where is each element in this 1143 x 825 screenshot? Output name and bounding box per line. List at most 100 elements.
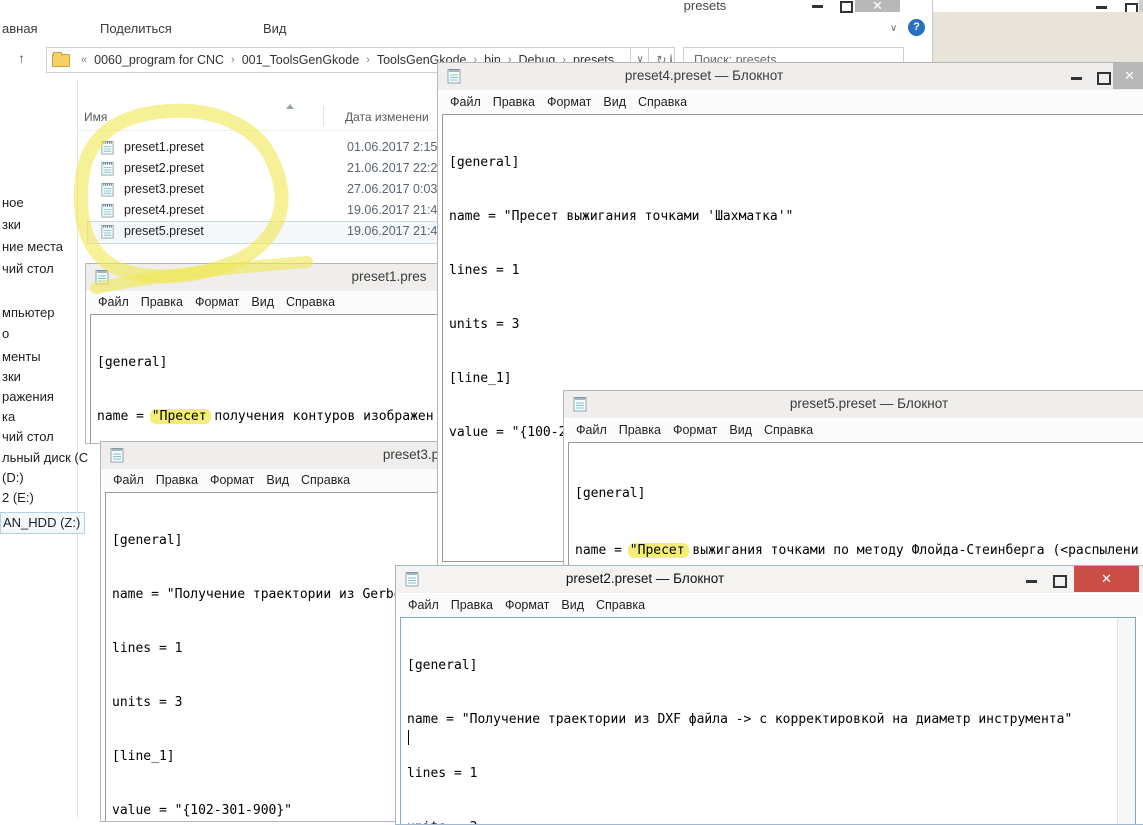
file-name: preset5.preset <box>124 224 204 238</box>
menu-view[interactable]: Вид <box>260 473 295 487</box>
sidebar-item-downloads[interactable]: зки <box>2 217 21 232</box>
minimize-icon[interactable] <box>812 5 823 8</box>
sidebar-item-videos[interactable]: о <box>2 326 9 341</box>
help-icon[interactable]: ? <box>908 19 925 36</box>
menu-edit[interactable]: Правка <box>150 473 204 487</box>
text-cursor <box>408 730 409 745</box>
notepad-window-preset1: preset1.pres Файл Правка Формат Вид Спра… <box>85 263 440 444</box>
sidebar-item-favorites[interactable]: ное <box>2 195 24 210</box>
close-button-sliver[interactable] <box>1139 0 1143 12</box>
window-title: preset4.preset — Блокнот <box>624 68 784 83</box>
titlebar[interactable]: preset1.pres <box>86 264 439 291</box>
minimize-icon[interactable] <box>1096 6 1107 9</box>
titlebar[interactable]: preset5.preset — Блокнот <box>564 391 1143 418</box>
close-icon[interactable]: ✕ <box>855 0 900 13</box>
menu-view[interactable]: Вид <box>723 423 758 437</box>
sidebar-item-drive-e[interactable]: 2 (E:) <box>2 490 34 505</box>
text-line: units = 3 <box>112 695 183 710</box>
explorer-titlebar[interactable]: presets ✕ <box>0 0 932 14</box>
sidebar-item-documents[interactable]: менты <box>2 349 41 364</box>
text-editor[interactable]: [general] name = "Получение траектории и… <box>105 492 439 821</box>
menu-help[interactable]: Справка <box>590 598 651 612</box>
menu-bar: Файл Правка Формат Вид Справка <box>88 291 437 313</box>
text-line: lines = 1 <box>407 766 478 781</box>
tab-share[interactable]: Поделиться <box>100 21 172 36</box>
menu-format[interactable]: Формат <box>189 295 245 309</box>
notepad-icon <box>94 269 110 285</box>
menu-format[interactable]: Формат <box>204 473 260 487</box>
menu-edit[interactable]: Правка <box>487 95 541 109</box>
breadcrumb-segment[interactable]: 0060_program for CNC <box>92 53 226 67</box>
text-editor[interactable]: [general] name = "Получение траектории и… <box>400 617 1136 824</box>
sort-ascending-icon[interactable] <box>286 104 294 109</box>
menu-format[interactable]: Формат <box>499 598 555 612</box>
minimize-icon[interactable] <box>1071 77 1082 80</box>
text-line: [general] <box>97 355 168 370</box>
menu-help[interactable]: Справка <box>632 95 693 109</box>
sidebar-item-downloads-pc[interactable]: зки <box>2 369 21 384</box>
titlebar[interactable]: preset4.preset — Блокнот ✕ <box>438 63 1143 90</box>
menu-format[interactable]: Формат <box>541 95 597 109</box>
menu-help[interactable]: Справка <box>280 295 341 309</box>
column-divider[interactable] <box>323 106 324 126</box>
menu-view[interactable]: Вид <box>555 598 590 612</box>
menu-file[interactable]: Файл <box>570 423 613 437</box>
text-line: name = "Получение траектории из Gerber ф <box>112 587 426 602</box>
background-window-body <box>933 12 1143 63</box>
text-editor[interactable]: [general] name = "Пресет получения конту… <box>90 314 439 443</box>
sidebar-item-drive-d[interactable]: (D:) <box>2 470 24 485</box>
sidebar-item-recent[interactable]: ние места <box>2 239 63 254</box>
menu-edit[interactable]: Правка <box>135 295 189 309</box>
menu-edit[interactable]: Правка <box>613 423 667 437</box>
text-line: lines = 1 <box>449 263 520 278</box>
menu-file[interactable]: Файл <box>444 95 487 109</box>
menu-format[interactable]: Формат <box>667 423 723 437</box>
maximize-icon[interactable] <box>1097 72 1111 85</box>
window-title: preset2.preset — Блокнот <box>565 571 725 586</box>
menu-edit[interactable]: Правка <box>445 598 499 612</box>
menu-help[interactable]: Справка <box>758 423 819 437</box>
menu-bar: Файл Правка Формат Вид Справка <box>440 91 1143 113</box>
tab-home[interactable]: авная <box>2 21 38 36</box>
notepad-icon <box>109 447 125 463</box>
minimize-icon[interactable] <box>1026 580 1037 583</box>
notepad-icon <box>404 571 420 587</box>
titlebar[interactable]: preset2.preset — Блокнот ✕ <box>396 566 1143 593</box>
notepad-icon <box>446 68 462 84</box>
notepad-file-icon <box>100 161 115 176</box>
menu-help[interactable]: Справка <box>295 473 356 487</box>
maximize-icon[interactable] <box>840 1 853 13</box>
column-header-name[interactable]: Имя <box>84 110 107 124</box>
text-editor[interactable]: [general] name = "Пресет выжигания точка… <box>568 442 1143 566</box>
column-header-date[interactable]: Дата изменени <box>345 110 429 124</box>
up-arrow-icon[interactable]: ↑ <box>18 50 25 66</box>
sidebar-item-drive-c[interactable]: льный диск (C <box>2 450 88 465</box>
notepad-window-preset5: preset5.preset — Блокнот Файл Правка Фор… <box>563 390 1143 567</box>
notepad-file-icon <box>100 203 115 218</box>
menu-view[interactable]: Вид <box>597 95 632 109</box>
sidebar-item-drive-z[interactable]: AN_HDD (Z:) <box>0 512 86 534</box>
explorer-sidebar: ное зки ние места чий стол мпьютер о мен… <box>0 80 88 818</box>
close-icon[interactable]: ✕ <box>1074 566 1139 592</box>
breadcrumb-segment[interactable]: 001_ToolsGenGkode <box>240 53 361 67</box>
tab-view[interactable]: Вид <box>263 21 287 36</box>
window-title: preset5.preset — Блокнот <box>789 396 949 411</box>
menu-file[interactable]: Файл <box>92 295 135 309</box>
chevron-down-icon[interactable]: ∨ <box>890 23 897 34</box>
text-line: units = 3 <box>449 317 520 332</box>
maximize-icon[interactable] <box>1053 575 1067 588</box>
menu-view[interactable]: Вид <box>245 295 280 309</box>
notepad-file-icon <box>100 224 115 239</box>
sidebar-item-computer[interactable]: мпьютер <box>2 305 54 320</box>
menu-file[interactable]: Файл <box>107 473 150 487</box>
menu-file[interactable]: Файл <box>402 598 445 612</box>
sidebar-item-desktop[interactable]: чий стол <box>2 261 54 276</box>
titlebar[interactable]: preset3.p <box>101 442 439 469</box>
sidebar-item-music[interactable]: ка <box>2 409 15 424</box>
menu-bar: Файл Правка Формат Вид Справка <box>398 594 1143 616</box>
file-name: preset1.preset <box>124 140 204 154</box>
sidebar-item-desktop-pc[interactable]: чий стол <box>2 429 54 444</box>
scrollbar[interactable]: ∧ <box>1117 618 1135 824</box>
close-icon[interactable]: ✕ <box>1113 63 1143 89</box>
sidebar-item-pictures[interactable]: ражения <box>2 389 54 404</box>
